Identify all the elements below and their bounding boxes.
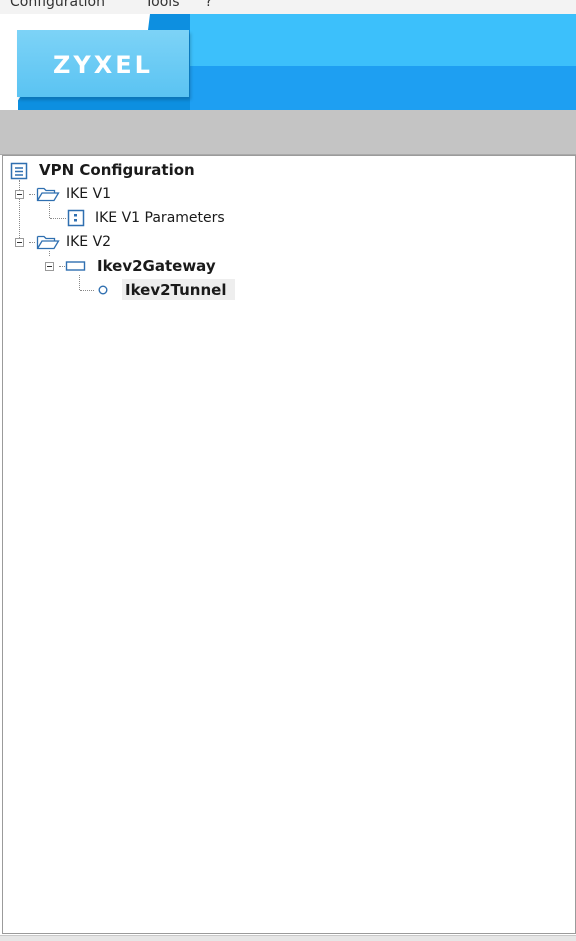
status-edge — [0, 935, 576, 941]
folder-open-icon — [36, 235, 60, 250]
menu-tools[interactable]: Tools — [145, 0, 180, 10]
list-icon — [10, 162, 28, 180]
tree-line — [49, 203, 50, 218]
tree-label-ike-v1-parameters: IKE V1 Parameters — [95, 210, 225, 226]
tree-line — [29, 194, 35, 195]
tree-label-vpn-configuration: VPN Configuration — [39, 161, 195, 179]
tree-label-ikev2-tunnel: Ikev2Tunnel — [125, 281, 227, 299]
collapse-icon[interactable] — [15, 190, 24, 199]
tunnel-icon — [98, 285, 108, 295]
logo-text: ZYXEL — [53, 50, 153, 79]
folder-open-icon — [36, 187, 60, 202]
tree-line — [79, 275, 80, 290]
tree-line — [50, 218, 66, 219]
toolbar-strip — [0, 110, 576, 155]
gateway-icon — [65, 261, 86, 271]
tree-label-ike-v2: IKE V2 — [66, 234, 112, 250]
menu-configuration[interactable]: Configuration — [10, 0, 105, 10]
menu-help[interactable]: ? — [205, 0, 212, 10]
collapse-icon[interactable] — [45, 262, 54, 271]
tree-line — [49, 251, 50, 256]
header-banner: ZYXEL — [0, 14, 576, 110]
vpn-tree-panel: VPN Configuration IKE V1 IKE V1 Paramete… — [2, 155, 576, 934]
tree-line — [80, 290, 94, 291]
tree-line — [29, 242, 35, 243]
parameters-icon — [67, 209, 85, 227]
menu-bar: Configuration Tools ? — [0, 0, 576, 14]
zyxel-logo: ZYXEL — [17, 30, 189, 97]
tree-label-ikev2-gateway: Ikev2Gateway — [97, 257, 216, 275]
collapse-icon[interactable] — [15, 238, 24, 247]
tree-label-ike-v1: IKE V1 — [66, 186, 112, 202]
